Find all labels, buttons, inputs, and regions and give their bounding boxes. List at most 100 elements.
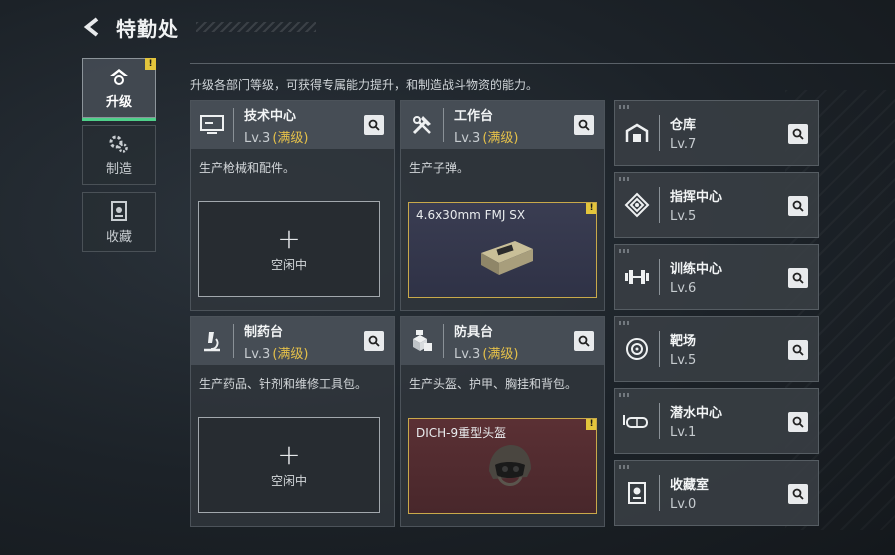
card-title: 技术中心 <box>244 108 297 124</box>
search-icon <box>792 344 804 356</box>
hammer-wrench-icon <box>412 116 431 135</box>
upgrade-icon <box>110 68 128 85</box>
facility-name: 靶场 <box>670 334 697 349</box>
search-icon <box>578 335 590 347</box>
card-description: 生产枪械和配件。 <box>199 161 296 175</box>
max-level-label: (满级) <box>272 346 309 362</box>
top-bar: 特勤处 <box>80 12 179 42</box>
gears-icon <box>109 135 128 153</box>
facility-item-collection-room[interactable]: 收藏室 Lv.0 <box>614 460 819 526</box>
facility-level: Lv.1 <box>670 425 697 440</box>
facility-card-tech-center[interactable]: 技术中心 Lv.3 (满级) 生产枪械和配件。 + 空闲中 <box>190 100 395 311</box>
craft-slot-item[interactable]: DICH-9重型头盔 ! <box>408 418 597 514</box>
max-level-label: (满级) <box>272 130 309 146</box>
dumbbell-icon <box>625 270 649 284</box>
card-level: Lv.3 <box>244 346 271 362</box>
facility-name: 训练中心 <box>670 262 723 277</box>
side-tabs: ! 升级 制造 收藏 <box>82 58 156 259</box>
card-title: 工作台 <box>454 108 494 124</box>
computer-icon <box>200 115 224 134</box>
search-icon <box>792 128 804 140</box>
search-icon <box>368 119 380 131</box>
microscope-icon <box>204 332 220 352</box>
craft-slot-empty[interactable]: + 空闲中 <box>198 201 380 297</box>
alert-badge: ! <box>586 419 596 430</box>
target-icon <box>626 338 648 360</box>
facility-name: 收藏室 <box>670 478 710 493</box>
facility-item-training-center[interactable]: 训练中心 Lv.6 <box>614 244 819 310</box>
search-button[interactable] <box>788 412 808 432</box>
facility-item-shooting-range[interactable]: 靶场 Lv.5 <box>614 316 819 382</box>
search-icon <box>792 416 804 428</box>
card-description: 生产子弹。 <box>409 161 470 175</box>
search-button[interactable] <box>788 340 808 360</box>
slot-status: 空闲中 <box>270 257 307 272</box>
search-icon <box>792 200 804 212</box>
intro-text: 升级各部门等级，可获得专属能力提升，和制造战斗物资的能力。 <box>190 78 539 92</box>
facility-item-warehouse[interactable]: 仓库 Lv.7 <box>614 100 819 166</box>
tab-label: 升级 <box>105 94 132 110</box>
facility-level: Lv.6 <box>670 281 697 296</box>
search-icon <box>792 272 804 284</box>
facility-level: Lv.5 <box>670 209 697 224</box>
warehouse-icon <box>625 123 649 142</box>
facility-level: Lv.0 <box>670 497 697 512</box>
facility-card-pharmacy[interactable]: 制药台 Lv.3 (满级) 生产药品、针剂和维修工具包。 + 空闲中 <box>190 316 395 527</box>
ammo-box-icon <box>481 241 533 275</box>
item-name: 4.6x30mm FMJ SX <box>416 208 526 222</box>
alert-badge: ! <box>586 203 596 214</box>
search-icon <box>578 119 590 131</box>
command-icon <box>624 192 650 218</box>
tab-craft[interactable]: 制造 <box>82 125 156 185</box>
page-title: 特勤处 <box>116 16 179 41</box>
facility-level: Lv.7 <box>670 137 697 152</box>
search-button[interactable] <box>574 115 594 135</box>
tab-label: 收藏 <box>105 229 132 245</box>
tab-label: 制造 <box>105 161 132 177</box>
card-description: 生产头盔、护甲、胸挂和背包。 <box>409 377 578 391</box>
plus-icon: + <box>277 437 301 471</box>
facility-name: 仓库 <box>670 118 697 133</box>
collection-icon <box>111 200 127 221</box>
alert-badge: ! <box>145 58 156 70</box>
search-button[interactable] <box>364 331 384 351</box>
divider <box>190 63 895 64</box>
craft-slot-item[interactable]: 4.6x30mm FMJ SX ! <box>408 202 597 298</box>
facility-item-command-center[interactable]: 指挥中心 Lv.5 <box>614 172 819 238</box>
search-button[interactable] <box>788 196 808 216</box>
facility-card-armor-bench[interactable]: 防具台 Lv.3 (满级) 生产头盔、护甲、胸挂和背包。 DICH-9重型头盔 ! <box>400 316 605 527</box>
facility-level: Lv.5 <box>670 353 697 368</box>
back-button[interactable] <box>80 14 106 40</box>
search-button[interactable] <box>788 268 808 288</box>
search-button[interactable] <box>574 331 594 351</box>
card-level: Lv.3 <box>454 130 481 146</box>
title-stripe <box>196 22 316 32</box>
item-name: DICH-9重型头盔 <box>416 426 507 440</box>
cubes-icon <box>413 330 432 351</box>
search-button[interactable] <box>788 484 808 504</box>
facility-name: 潜水中心 <box>670 406 723 421</box>
search-button[interactable] <box>364 115 384 135</box>
collection-icon <box>628 482 646 504</box>
card-title: 防具台 <box>454 324 494 340</box>
back-arrow-icon <box>83 17 99 37</box>
card-description: 生产药品、针剂和维修工具包。 <box>199 377 368 391</box>
tab-collection[interactable]: 收藏 <box>82 192 156 252</box>
facility-item-diving-center[interactable]: 潜水中心 Lv.1 <box>614 388 819 454</box>
search-icon <box>792 488 804 500</box>
helmet-icon <box>489 445 531 486</box>
search-icon <box>368 335 380 347</box>
plus-icon: + <box>277 221 301 255</box>
diving-mask-icon <box>623 415 648 428</box>
card-level: Lv.3 <box>454 346 481 362</box>
card-title: 制药台 <box>244 324 284 340</box>
facility-name: 指挥中心 <box>670 190 723 205</box>
card-level: Lv.3 <box>244 130 271 146</box>
slot-status: 空闲中 <box>270 473 307 488</box>
facility-card-workbench[interactable]: 工作台 Lv.3 (满级) 生产子弹。 4.6x30mm FMJ SX ! <box>400 100 605 311</box>
max-level-label: (满级) <box>482 346 519 362</box>
tab-upgrade[interactable]: ! 升级 <box>82 58 156 121</box>
search-button[interactable] <box>788 124 808 144</box>
max-level-label: (满级) <box>482 130 519 146</box>
craft-slot-empty[interactable]: + 空闲中 <box>198 417 380 513</box>
